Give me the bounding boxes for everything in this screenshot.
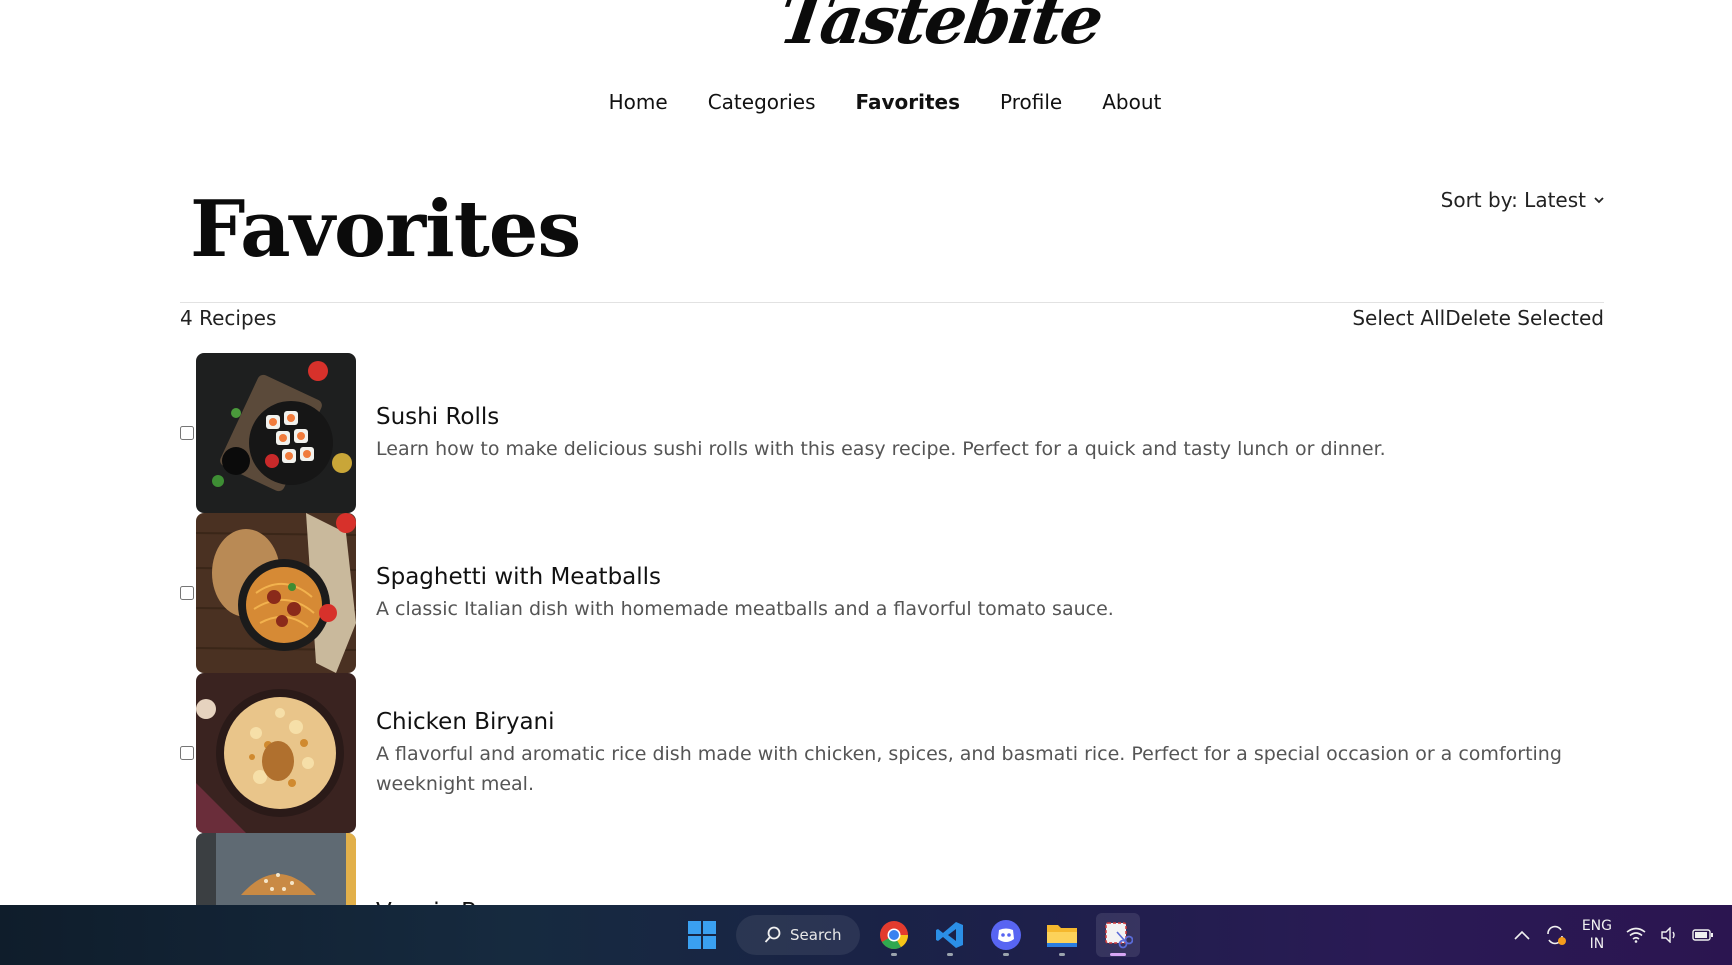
recipe-checkbox[interactable] [180,586,194,600]
recipe-info: Chicken Biryani A flavorful and aromatic… [376,707,1604,799]
file-explorer-icon[interactable] [1040,913,1084,957]
taskbar: Search ENG IN [0,905,1732,965]
list-item[interactable]: Sushi Rolls Learn how to make delicious … [180,353,1604,513]
list-item[interactable]: Chicken Biryani A flavorful and aromatic… [180,673,1604,833]
system-tray: ENG IN [1514,905,1714,965]
windows-start-icon[interactable] [680,913,724,957]
wifi-icon[interactable] [1626,927,1646,943]
page-title: Favorites [190,184,581,275]
snipping-tool-icon[interactable] [1096,913,1140,957]
vscode-icon[interactable] [928,913,972,957]
recipe-title[interactable]: Sushi Rolls [376,402,1604,432]
lang-code: ENG [1581,918,1612,934]
chevron-up-icon[interactable] [1514,930,1530,940]
nav-about[interactable]: About [1082,88,1181,116]
sort-label: Sort by: Latest [1440,188,1586,212]
biryani-image[interactable] [196,673,356,833]
sync-icon[interactable] [1544,924,1568,946]
divider [180,302,1604,303]
search-label: Search [790,926,842,944]
spaghetti-image[interactable] [196,513,356,673]
nav-home[interactable]: Home [589,88,688,116]
discord-icon[interactable] [984,913,1028,957]
recipe-title[interactable]: Spaghetti with Meatballs [376,562,1604,592]
chevron-down-icon [1594,197,1604,204]
recipe-count: 4 Recipes [180,306,277,330]
sort-dropdown[interactable]: Sort by: Latest [1441,188,1604,212]
volume-icon[interactable] [1660,927,1678,943]
battery-icon[interactable] [1692,929,1714,941]
recipe-info: Sushi Rolls Learn how to make delicious … [376,402,1604,464]
recipe-title[interactable]: Chicken Biryani [376,707,1604,737]
nav-favorites[interactable]: Favorites [836,88,981,116]
taskbar-search[interactable]: Search [736,915,860,955]
recipe-checkbox[interactable] [180,426,194,440]
language-indicator[interactable]: ENG IN [1582,917,1612,953]
taskbar-apps: Search [680,905,1140,965]
delete-selected-button[interactable]: Delete Selected [1445,305,1604,331]
nav-categories[interactable]: Categories [688,88,836,116]
chrome-icon[interactable] [872,913,916,957]
list-item[interactable]: Spaghetti with Meatballs A classic Itali… [180,513,1604,673]
sushi-image[interactable] [196,353,356,513]
search-icon [764,926,781,943]
select-all-button[interactable]: Select All [1352,305,1445,331]
recipe-description: A flavorful and aromatic rice dish made … [376,743,1562,795]
recipe-list: Sushi Rolls Learn how to make delicious … [180,353,1604,965]
recipe-description: Learn how to make delicious sushi rolls … [376,438,1386,460]
page: Tastebite Home Categories Favorites Prof… [0,0,1732,965]
nav-profile[interactable]: Profile [980,88,1082,116]
recipe-info: Spaghetti with Meatballs A classic Itali… [376,562,1604,624]
main-nav: Home Categories Favorites Profile About [0,88,1732,116]
recipe-description: A classic Italian dish with homemade mea… [376,598,1114,620]
region-code: IN [1589,936,1605,952]
site-logo[interactable]: Tastebite [774,0,1107,60]
list-actions: Select All Delete Selected [1352,305,1604,331]
recipe-checkbox[interactable] [180,746,194,760]
